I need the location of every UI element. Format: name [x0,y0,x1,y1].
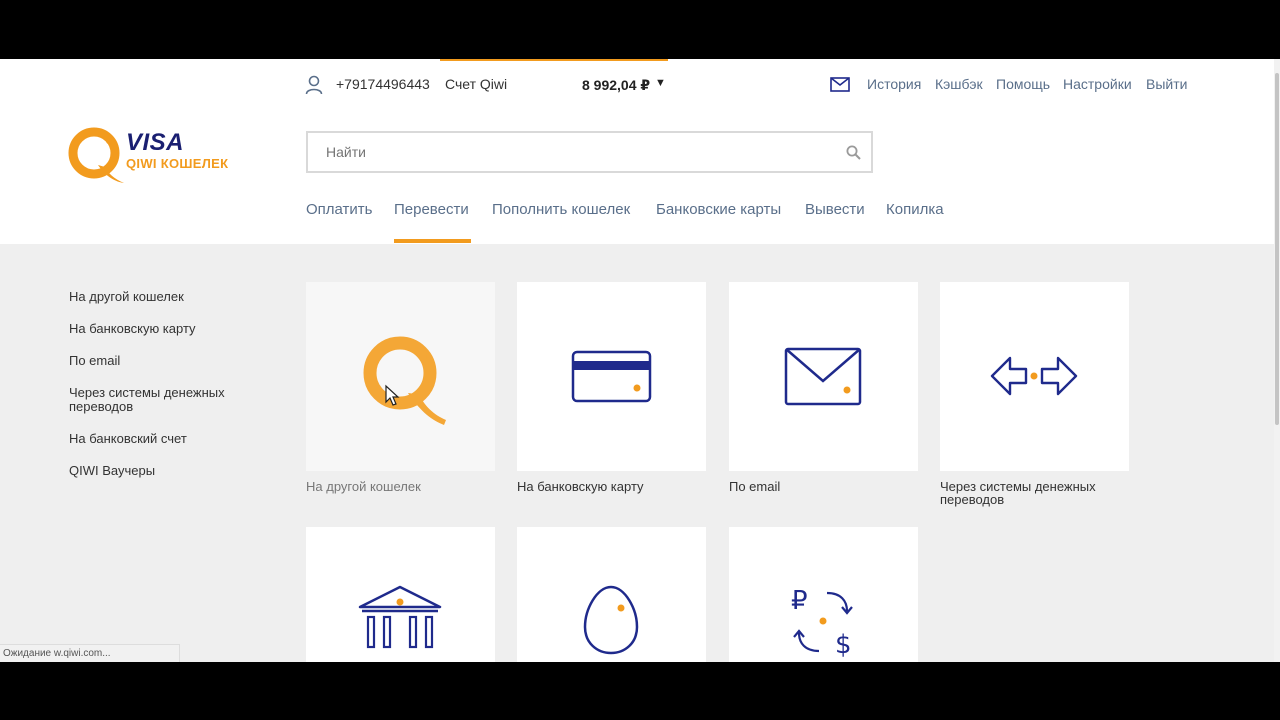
card-bank-card[interactable] [517,282,706,471]
help-link[interactable]: Помощь [996,76,1050,92]
tab-pay[interactable]: Оплатить [306,201,373,218]
search-input[interactable] [326,142,826,162]
cashback-link[interactable]: Кэшбэк [935,76,983,92]
settings-link[interactable]: Настройки [1063,76,1132,92]
logout-link[interactable]: Выйти [1146,76,1187,92]
tab-bank-cards[interactable]: Банковские карты [656,201,781,218]
tab-piggy-bank[interactable]: Копилка [886,201,944,218]
card-bank-account[interactable] [306,527,495,662]
browser-status-bar: Ожидание w.qiwi.com... [0,644,180,662]
phone-number[interactable]: +79174496443 [336,76,430,92]
balance-dropdown-icon[interactable]: ▼ [655,77,666,89]
scrollbar-thumb[interactable] [1275,73,1279,425]
transfer-arrows-icon [990,356,1078,396]
account-label[interactable]: Счет Qiwi [445,76,507,92]
envelope-icon [784,347,862,406]
card-email[interactable] [729,282,918,471]
card-label-other-wallet: На другой кошелек [306,479,421,494]
video-letterbox-bottom [0,662,1280,720]
card-currency-exchange[interactable]: ₽ $ [729,527,918,662]
video-letterbox-top [0,0,1280,59]
qiwi-logo-icon [363,336,446,425]
bank-card-icon [571,350,652,403]
bank-building-icon [358,585,442,649]
currency-exchange-icon: ₽ $ [791,586,853,660]
logo-visa-text: VISA [126,129,185,156]
sidebar-item-other-wallet[interactable]: На другой кошелек [69,290,249,304]
logo-subtitle: QIWI КОШЕЛЕК [126,156,229,171]
svg-text:₽: ₽ [791,586,808,616]
tab-topup-wallet[interactable]: Пополнить кошелек [492,201,630,218]
sidebar-item-qiwi-vouchers[interactable]: QIWI Ваучеры [69,464,249,478]
svg-text:$: $ [835,630,852,660]
tab-withdraw[interactable]: Вывести [805,201,865,218]
tab-transfer[interactable]: Перевести [394,201,469,218]
search-icon[interactable] [846,145,861,160]
qiwi-page: +79174496443 Счет Qiwi 8 992,04 ₽ ▼ Исто… [0,59,1280,662]
history-link[interactable]: История [867,76,921,92]
active-tab-indicator [394,239,471,243]
sidebar-item-money-transfer-systems[interactable]: Через системы денежных переводов [69,386,249,414]
sidebar-item-email[interactable]: По email [69,354,249,368]
mail-icon[interactable] [830,77,850,92]
user-icon[interactable] [305,75,323,95]
card-label-email: По email [729,479,781,494]
balance-highlight-line [440,59,668,61]
card-label-money-transfer-systems: Через системы денежных переводов [940,479,1096,507]
card-other-wallet[interactable] [306,282,495,471]
card-vouchers[interactable] [517,527,706,662]
balance-amount[interactable]: 8 992,04 ₽ [582,77,650,94]
card-label-bank-card: На банковскую карту [517,479,644,494]
page-header: +79174496443 Счет Qiwi 8 992,04 ₽ ▼ Исто… [0,59,1274,244]
search-box[interactable] [306,131,873,173]
sidebar-item-bank-card[interactable]: На банковскую карту [69,322,249,336]
card-money-transfer-systems[interactable] [940,282,1129,471]
sidebar-item-bank-account[interactable]: На банковский счет [69,432,249,446]
egg-icon [583,585,639,655]
